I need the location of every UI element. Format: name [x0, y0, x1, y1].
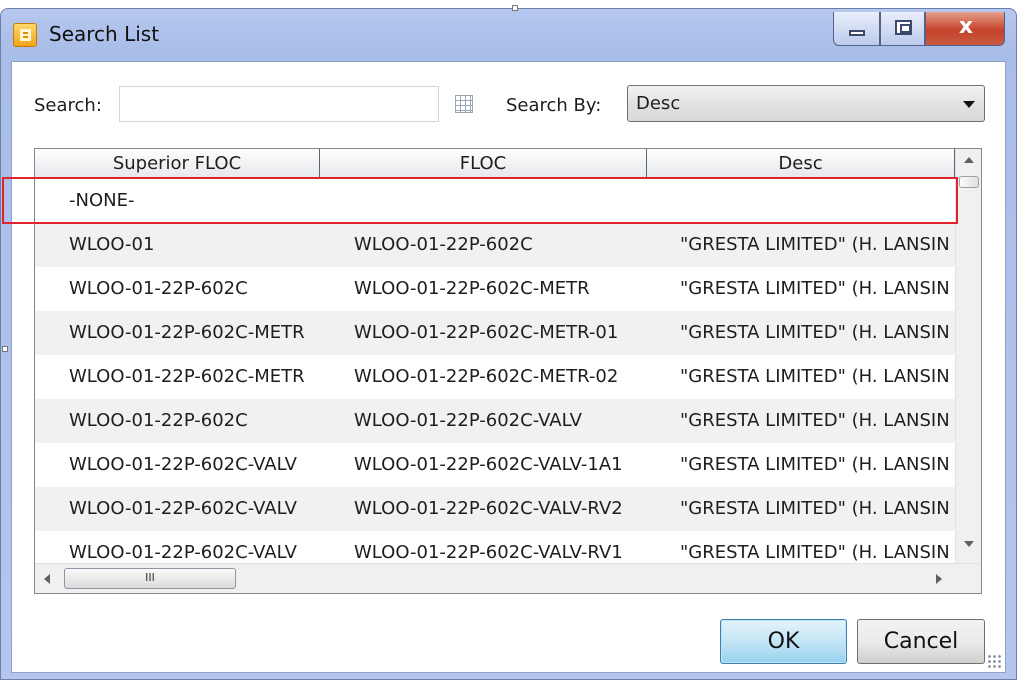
- search-label: Search:: [34, 95, 102, 116]
- cell-desc: "GRESTA LIMITED" (H. LANSIN: [680, 498, 950, 519]
- scroll-down-icon[interactable]: [964, 541, 974, 547]
- table-row[interactable]: WLOO-01 WLOO-01-22P-602C "GRESTA LIMITED…: [35, 223, 955, 267]
- search-by-label: Search By:: [506, 95, 602, 116]
- cell-superior-floc: WLOO-01-22P-602C-VALV: [69, 498, 297, 519]
- results-table: Superior FLOC FLOC Desc -NONE- WLOO-01 W…: [34, 148, 982, 594]
- table-header: Superior FLOC FLOC Desc: [35, 149, 955, 179]
- minimize-button[interactable]: [833, 12, 880, 46]
- scroll-right-icon[interactable]: [936, 574, 942, 584]
- maximize-icon: [895, 20, 912, 35]
- table-row[interactable]: -NONE-: [35, 179, 955, 223]
- vertical-scrollbar[interactable]: [955, 149, 981, 563]
- cell-desc: "GRESTA LIMITED" (H. LANSIN: [680, 278, 950, 299]
- search-list-window: Search List x Search: Search By: Desc Su…: [0, 8, 1017, 680]
- scroll-left-icon[interactable]: [44, 574, 50, 584]
- dialog-body: Search: Search By: Desc Superior FLOC FL…: [11, 61, 1006, 673]
- table-row[interactable]: WLOO-01-22P-602C-METR WLOO-01-22P-602C-M…: [35, 355, 955, 399]
- table-row[interactable]: WLOO-01-22P-602C-VALV WLOO-01-22P-602C-V…: [35, 487, 955, 531]
- cell-superior-floc: WLOO-01-22P-602C: [69, 410, 248, 431]
- table-body: -NONE- WLOO-01 WLOO-01-22P-602C "GRESTA …: [35, 179, 955, 563]
- close-icon: x: [958, 14, 974, 39]
- grid-picker-icon[interactable]: [455, 95, 473, 113]
- resize-grip-icon[interactable]: [987, 654, 1001, 668]
- dropdown-arrow-icon: [963, 101, 975, 108]
- scroll-up-icon[interactable]: [964, 157, 974, 163]
- table-row[interactable]: WLOO-01-22P-602C WLOO-01-22P-602C-VALV "…: [35, 399, 955, 443]
- column-header-floc[interactable]: FLOC: [320, 149, 647, 179]
- app-icon: [13, 23, 37, 47]
- table-row[interactable]: WLOO-01-22P-602C-VALV WLOO-01-22P-602C-V…: [35, 443, 955, 487]
- title-bar[interactable]: Search List x: [1, 9, 1016, 61]
- cell-floc: WLOO-01-22P-602C-METR: [354, 278, 590, 299]
- window-title: Search List: [49, 22, 160, 46]
- cell-floc: WLOO-01-22P-602C-VALV-1A1: [354, 454, 623, 475]
- table-row[interactable]: WLOO-01-22P-602C-METR WLOO-01-22P-602C-M…: [35, 311, 955, 355]
- cell-floc: WLOO-01-22P-602C-METR-02: [354, 366, 619, 387]
- cell-superior-floc: WLOO-01-22P-602C-VALV: [69, 454, 297, 475]
- cancel-button[interactable]: Cancel: [857, 619, 985, 664]
- search-input[interactable]: [119, 86, 439, 122]
- cell-floc: WLOO-01-22P-602C-VALV-RV2: [354, 498, 623, 519]
- cell-desc: "GRESTA LIMITED" (H. LANSIN: [680, 234, 950, 255]
- cell-floc: WLOO-01-22P-602C-VALV-RV1: [354, 542, 623, 563]
- maximize-button[interactable]: [880, 12, 925, 46]
- cell-floc: WLOO-01-22P-602C-METR-01: [354, 322, 619, 343]
- ok-button[interactable]: OK: [720, 619, 847, 664]
- resize-handle-left[interactable]: [2, 346, 8, 352]
- horizontal-scrollbar[interactable]: III: [35, 563, 981, 593]
- cell-superior-floc: -NONE-: [69, 190, 135, 211]
- table-row[interactable]: WLOO-01-22P-602C-VALV WLOO-01-22P-602C-V…: [35, 531, 955, 563]
- cell-desc: "GRESTA LIMITED" (H. LANSIN: [680, 410, 950, 431]
- vertical-scroll-thumb[interactable]: [959, 176, 979, 188]
- resize-handle-top[interactable]: [512, 5, 518, 11]
- cell-superior-floc: WLOO-01-22P-602C: [69, 278, 248, 299]
- cell-desc: "GRESTA LIMITED" (H. LANSIN: [680, 454, 950, 475]
- column-header-superior-floc[interactable]: Superior FLOC: [35, 149, 320, 179]
- column-header-desc[interactable]: Desc: [647, 149, 955, 179]
- cell-desc: "GRESTA LIMITED" (H. LANSIN: [680, 366, 950, 387]
- cell-superior-floc: WLOO-01-22P-602C-METR: [69, 366, 305, 387]
- cell-desc: "GRESTA LIMITED" (H. LANSIN: [680, 542, 950, 563]
- minimize-icon: [849, 30, 865, 36]
- cell-floc: WLOO-01-22P-602C-VALV: [354, 410, 582, 431]
- close-button[interactable]: x: [925, 12, 1005, 46]
- cell-superior-floc: WLOO-01-22P-602C-VALV: [69, 542, 297, 563]
- cell-floc: WLOO-01-22P-602C: [354, 234, 533, 255]
- cell-desc: "GRESTA LIMITED" (H. LANSIN: [680, 322, 950, 343]
- search-by-value: Desc: [636, 93, 681, 114]
- horizontal-scroll-thumb[interactable]: III: [64, 568, 236, 589]
- table-row[interactable]: WLOO-01-22P-602C WLOO-01-22P-602C-METR "…: [35, 267, 955, 311]
- cell-superior-floc: WLOO-01-22P-602C-METR: [69, 322, 305, 343]
- search-by-dropdown[interactable]: Desc: [627, 85, 985, 122]
- cell-superior-floc: WLOO-01: [69, 234, 155, 255]
